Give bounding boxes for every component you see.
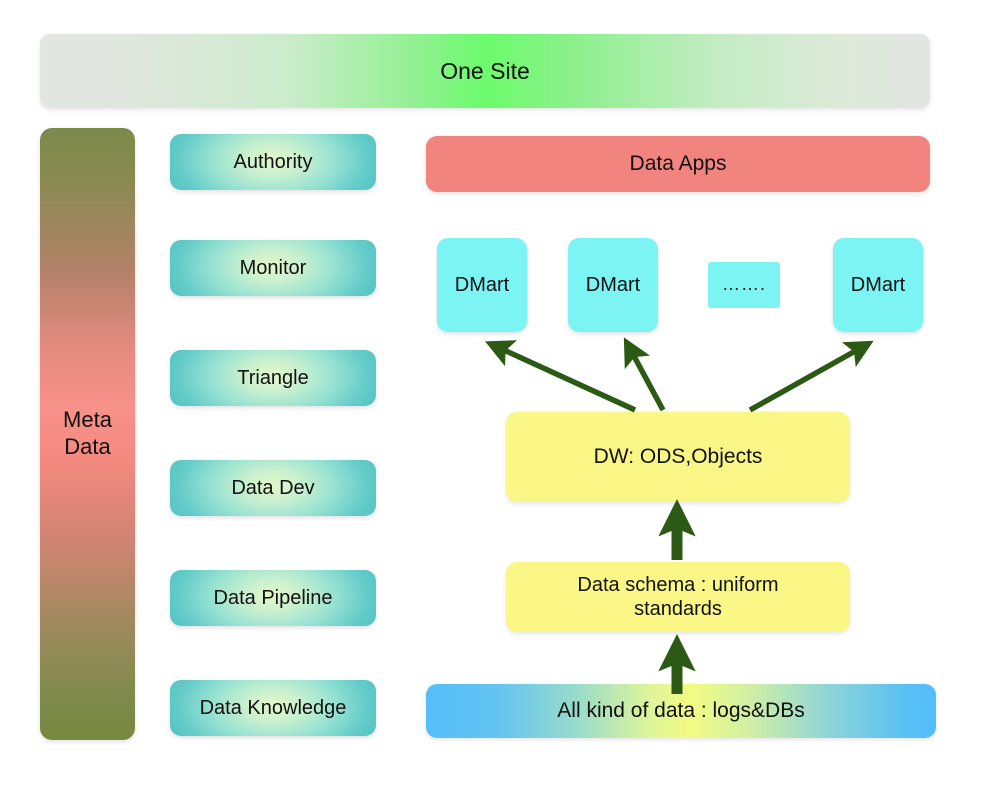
sidebar-item-monitor[interactable]: Monitor xyxy=(170,240,376,296)
dmart-box-2: DMart xyxy=(568,238,658,332)
sidebar-item-authority[interactable]: Authority xyxy=(170,134,376,190)
dmart-box-1: DMart xyxy=(437,238,527,332)
sidebar-item-label: Data Dev xyxy=(231,476,315,499)
data-warehouse-box: DW: ODS,Objects xyxy=(506,412,850,502)
arrow-dw-to-dmart-1 xyxy=(484,340,637,413)
sidebar-item-label: Triangle xyxy=(237,366,309,389)
dmart-label: DMart xyxy=(454,273,510,296)
architecture-diagram: One Site Meta Data Authority Monitor Tri… xyxy=(0,0,1000,790)
sidebar-item-label: Monitor xyxy=(239,256,307,279)
flow-arrows xyxy=(484,337,874,694)
arrow-dw-to-dmart-2 xyxy=(623,337,666,412)
sidebar-item-label: Data Pipeline xyxy=(213,586,333,609)
dmart-label: DMart xyxy=(585,273,641,296)
one-site-label: One Site xyxy=(440,57,530,84)
one-site-banner: One Site xyxy=(40,34,930,108)
data-source-label: All kind of data : logs&DBs xyxy=(557,699,805,723)
sidebar-item-data-dev[interactable]: Data Dev xyxy=(170,460,376,516)
arrow-dw-to-dmart-3 xyxy=(748,340,874,413)
meta-data-label-line1: Meta xyxy=(63,407,112,433)
data-schema-box: Data schema : uniform standards xyxy=(506,562,850,632)
dmart-label: DMart xyxy=(850,273,906,296)
sidebar-item-data-knowledge[interactable]: Data Knowledge xyxy=(170,680,376,736)
sidebar-item-label: Authority xyxy=(233,150,313,173)
data-schema-label: Data schema : uniform standards xyxy=(577,573,779,620)
ellipsis-label: ……. xyxy=(721,274,766,295)
data-source-bar: All kind of data : logs&DBs xyxy=(426,684,936,738)
meta-data-label-line2: Data xyxy=(64,434,111,459)
dmart-ellipsis-box: ……. xyxy=(708,262,780,308)
data-apps-bar: Data Apps xyxy=(426,136,930,192)
sidebar-item-triangle[interactable]: Triangle xyxy=(170,350,376,406)
data-apps-label: Data Apps xyxy=(629,152,727,176)
dmart-box-3: DMart xyxy=(833,238,923,332)
meta-data-bar: Meta Data xyxy=(40,128,135,740)
data-warehouse-label: DW: ODS,Objects xyxy=(593,445,763,469)
sidebar-item-data-pipeline[interactable]: Data Pipeline xyxy=(170,570,376,626)
sidebar-item-label: Data Knowledge xyxy=(199,696,347,719)
